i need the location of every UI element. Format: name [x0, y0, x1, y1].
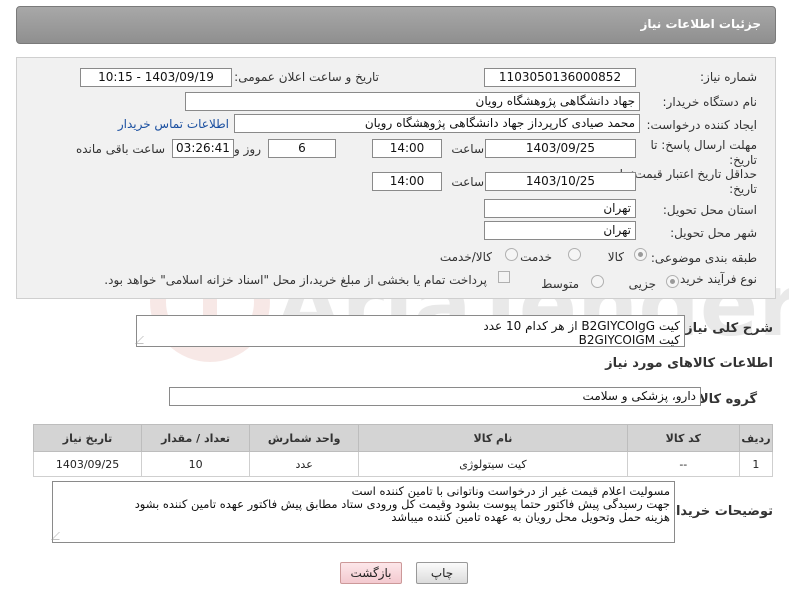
cell-qty: 10 [141, 451, 251, 477]
deadline-label: مهلت ارسال پاسخ: تا [650, 138, 757, 152]
treasury-payment-checkbox[interactable] [498, 271, 510, 283]
category-goods-label: کالا [607, 250, 624, 264]
province-label: استان محل تحویل: [662, 203, 757, 217]
description-line-2: کیت B2GIYCOIGM [578, 333, 680, 347]
validity-date-field: 1403/10/25 [485, 172, 636, 191]
cell-unit: عدد [249, 451, 360, 477]
process-minor-radio[interactable] [666, 275, 679, 288]
goods-group-label: گروه کالا: [693, 392, 757, 407]
category-goods-radio[interactable] [634, 248, 647, 261]
deadline-date-field: 1403/09/25 [485, 139, 636, 158]
print-button[interactable]: چاپ [416, 562, 468, 584]
back-button[interactable]: بازگشت [340, 562, 402, 584]
cell-date: 1403/09/25 [32, 451, 143, 477]
remaining-label: ساعت باقی مانده [75, 142, 165, 156]
category-both-label: کالا/خدمت [439, 250, 492, 264]
category-label: طبقه بندی موضوعی: [650, 251, 757, 265]
days-label: روز و [234, 142, 261, 156]
days-field: 6 [268, 139, 336, 158]
deadline-label-date: تاریخ: [729, 153, 757, 167]
requester-field: محمد صیادی کارپرداز جهاد دانشگاهی پژوهشگ… [234, 114, 640, 133]
contact-buyer-link[interactable]: اطلاعات تماس خریدار [118, 117, 229, 131]
deadline-time-label: ساعت [451, 142, 484, 156]
category-service-radio[interactable] [568, 248, 581, 261]
col-date: تاریخ نیاز [32, 424, 143, 452]
process-medium-radio[interactable] [591, 275, 604, 288]
cell-row: 1 [738, 451, 774, 477]
description-line-1: کیت B2GIYCOIgG از هر کدام 10 عدد [483, 319, 680, 333]
col-qty: تعداد / مقدار [141, 424, 251, 452]
goods-table-header: ردیف کد کالا نام کالا واحد شمارش تعداد /… [32, 424, 774, 452]
buyer-notes-textarea: مسولیت اعلام قیمت غیر از درخواست وناتوان… [51, 481, 675, 543]
col-name: نام کالا [358, 424, 628, 452]
validity-time-label: ساعت [451, 175, 484, 189]
city-label: شهر محل تحویل: [670, 226, 757, 240]
goods-section-title: اطلاعات کالاهای مورد نیاز [605, 356, 773, 371]
description-textarea: کیت B2GIYCOIgG از هر کدام 10 عدد کیت B2G… [135, 315, 685, 347]
province-field: تهران [484, 199, 636, 218]
col-code: کد کالا [626, 424, 740, 452]
description-label: شرح کلی نیاز: [679, 321, 773, 336]
buyer-org-label: نام دستگاه خریدار: [662, 95, 758, 109]
category-service-label: خدمت [520, 250, 552, 264]
goods-group-field: دارو، پزشکی و سلامت [169, 387, 701, 406]
need-number-label: شماره نیاز: [700, 70, 757, 84]
page-header: جزئیات اطلاعات نیاز [16, 6, 776, 44]
cell-code: -- [626, 451, 740, 477]
deadline-time-field: 14:00 [372, 139, 442, 158]
resize-grip-icon[interactable] [51, 532, 67, 540]
announce-field: 1403/09/19 - 10:15 [80, 68, 232, 87]
category-both-radio[interactable] [505, 248, 518, 261]
announce-label: تاریخ و ساعت اعلان عمومی: [234, 70, 379, 84]
process-minor-label: جزیی [628, 277, 656, 291]
goods-table: ردیف کد کالا نام کالا واحد شمارش تعداد /… [32, 424, 774, 477]
buyer-notes-label: توضیحات خریدار: [663, 504, 773, 519]
validity-time-field: 14:00 [372, 172, 442, 191]
cell-name: کیت سیتولوژی [358, 451, 628, 477]
requester-label: ایجاد کننده درخواست: [646, 118, 757, 132]
process-label: نوع فرآیند خرید : [672, 272, 757, 286]
validity-label-date: تاریخ: [729, 182, 757, 196]
validity-label: حداقل تاریخ اعتبار قیمت: تا [619, 167, 757, 181]
col-unit: واحد شمارش [249, 424, 360, 452]
buyer-org-field: جهاد دانشگاهی پژوهشگاه رویان [185, 92, 640, 111]
page-title: جزئیات اطلاعات نیاز [640, 17, 761, 31]
remaining-time-field: 03:26:41 [172, 139, 234, 158]
process-medium-label: متوسط [541, 277, 579, 291]
col-row: ردیف [738, 424, 774, 452]
city-field: تهران [484, 221, 636, 240]
buyer-notes-line-3: هزینه حمل وتحویل محل رویان به عهده تامین… [391, 510, 670, 524]
need-number-field: 1103050136000852 [484, 68, 636, 87]
treasury-payment-note: پرداخت تمام یا بخشی از مبلغ خرید،از محل … [104, 273, 487, 287]
table-row: 1 -- کیت سیتولوژی عدد 10 1403/09/25 [32, 451, 774, 477]
